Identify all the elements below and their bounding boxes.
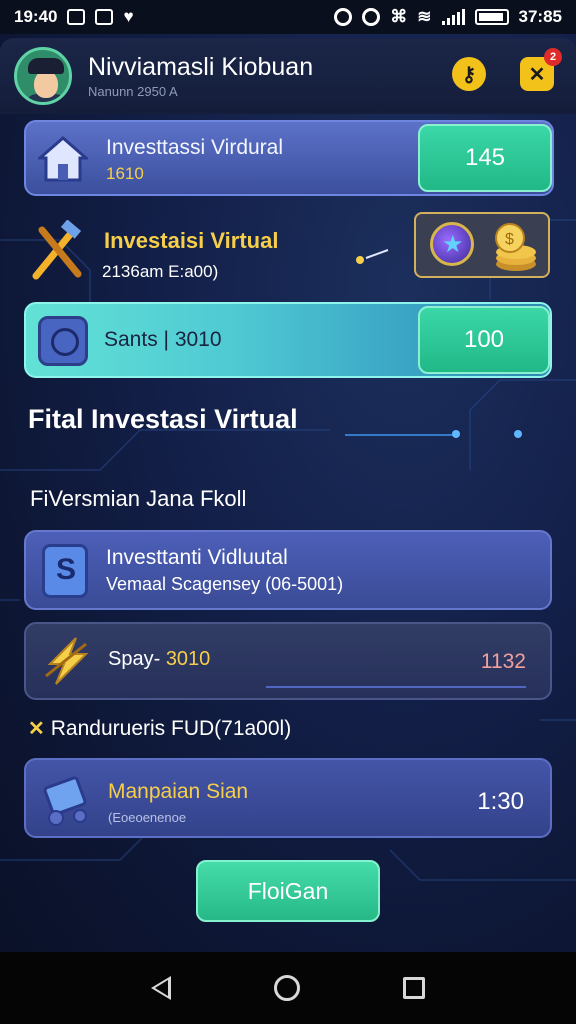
battery-icon <box>474 9 509 25</box>
investment-row-tools[interactable]: Investaisi Virtual 2136am E:a00) $ <box>24 206 554 292</box>
random-row-label: Randurueris FUD(71a00l) <box>50 716 292 740</box>
chat-icon <box>38 316 88 366</box>
section-title: Fital Investasi Virtual <box>28 404 298 434</box>
nfc-icon: ⌘ <box>390 7 408 26</box>
list-item-subtitle: (Eoeoenenoe <box>108 810 187 825</box>
help-button[interactable]: ⚷ <box>452 57 486 91</box>
profile-name: Nivviamasli Kiobuan <box>88 53 314 81</box>
list-item-title: Spay- 3010 <box>108 648 211 670</box>
system-nav-bar <box>0 952 576 1024</box>
card-value-button[interactable]: 145 <box>418 124 552 192</box>
list-item-subtitle: Vemaal Scagensey (06-5001) <box>106 574 344 594</box>
sync-icon <box>362 8 381 26</box>
investment-card-teal[interactable]: Sants | 3010 100 <box>24 302 552 378</box>
row-subtitle: 2136am E:a00) <box>102 262 219 281</box>
image-icon <box>95 9 114 25</box>
home-button[interactable] <box>273 975 300 1001</box>
status-time: 19:40 <box>14 7 58 26</box>
list-item-title: Manpaian Sian <box>108 780 249 803</box>
close-icon: ✕ <box>528 63 546 86</box>
list-item[interactable]: Investtanti Vidluutal Vemaal Scagensey (… <box>24 530 552 610</box>
help-icon: ⚷ <box>461 63 477 86</box>
tools-icon <box>32 220 82 280</box>
status-bar: 19:40 ♥ ⌘ ≋ 37:85 <box>0 0 576 34</box>
wallet-icon <box>43 776 87 826</box>
card-title: Investtassi Virdural <box>106 136 284 159</box>
card-title: Sants | 3010 <box>104 328 222 351</box>
back-button[interactable] <box>151 976 172 1000</box>
card-value-button[interactable]: 100 <box>418 306 550 374</box>
coins-icon: $ <box>495 223 536 271</box>
house-icon <box>38 136 88 182</box>
wifi-icon: ≋ <box>417 7 432 26</box>
recents-button[interactable] <box>402 977 425 999</box>
list-item-title: Investtanti Vidluutal <box>106 546 288 569</box>
notification-badge: 2 <box>544 48 562 66</box>
list-item-value: 1:30 <box>477 788 524 815</box>
list-item-value: 1132 <box>480 650 526 673</box>
profile-subtitle: Nanunn 2950 A <box>88 84 178 99</box>
status-clock-right: 37:85 <box>518 7 562 26</box>
s-shield-icon <box>42 544 88 598</box>
lightning-icon <box>45 637 89 685</box>
investment-card-top[interactable]: Investtassi Virdural 1610 145 <box>24 120 554 196</box>
list-item[interactable]: Manpaian Sian (Eoeoenenoe 1:30 <box>24 758 552 838</box>
card-subvalue: 1610 <box>106 164 144 183</box>
gallery-icon <box>67 9 86 25</box>
arrow-icon <box>356 249 389 264</box>
shield-icon: ♥ <box>123 7 134 26</box>
svg-text:$: $ <box>505 231 514 248</box>
row-title: Investaisi Virtual <box>104 228 279 253</box>
main-action-button[interactable]: FloiGan <box>196 860 380 922</box>
reward-box[interactable]: $ <box>414 212 550 278</box>
alarm-icon <box>334 8 353 26</box>
random-row: ✕ Randurueris FUD(71a00l) <box>28 716 291 741</box>
profile-header: Nivviamasli Kiobuan Nanunn 2950 A ⚷ ✕ 2 <box>0 38 576 114</box>
divider <box>266 686 526 688</box>
signal-icon <box>441 9 465 25</box>
close-icon: ✕ <box>28 718 45 740</box>
avatar[interactable] <box>14 47 72 105</box>
list-item[interactable]: Spay- 3010 1132 <box>24 622 552 700</box>
badge-icon <box>430 222 474 266</box>
sub-heading: FiVersmian Jana Fkoll <box>30 486 247 511</box>
